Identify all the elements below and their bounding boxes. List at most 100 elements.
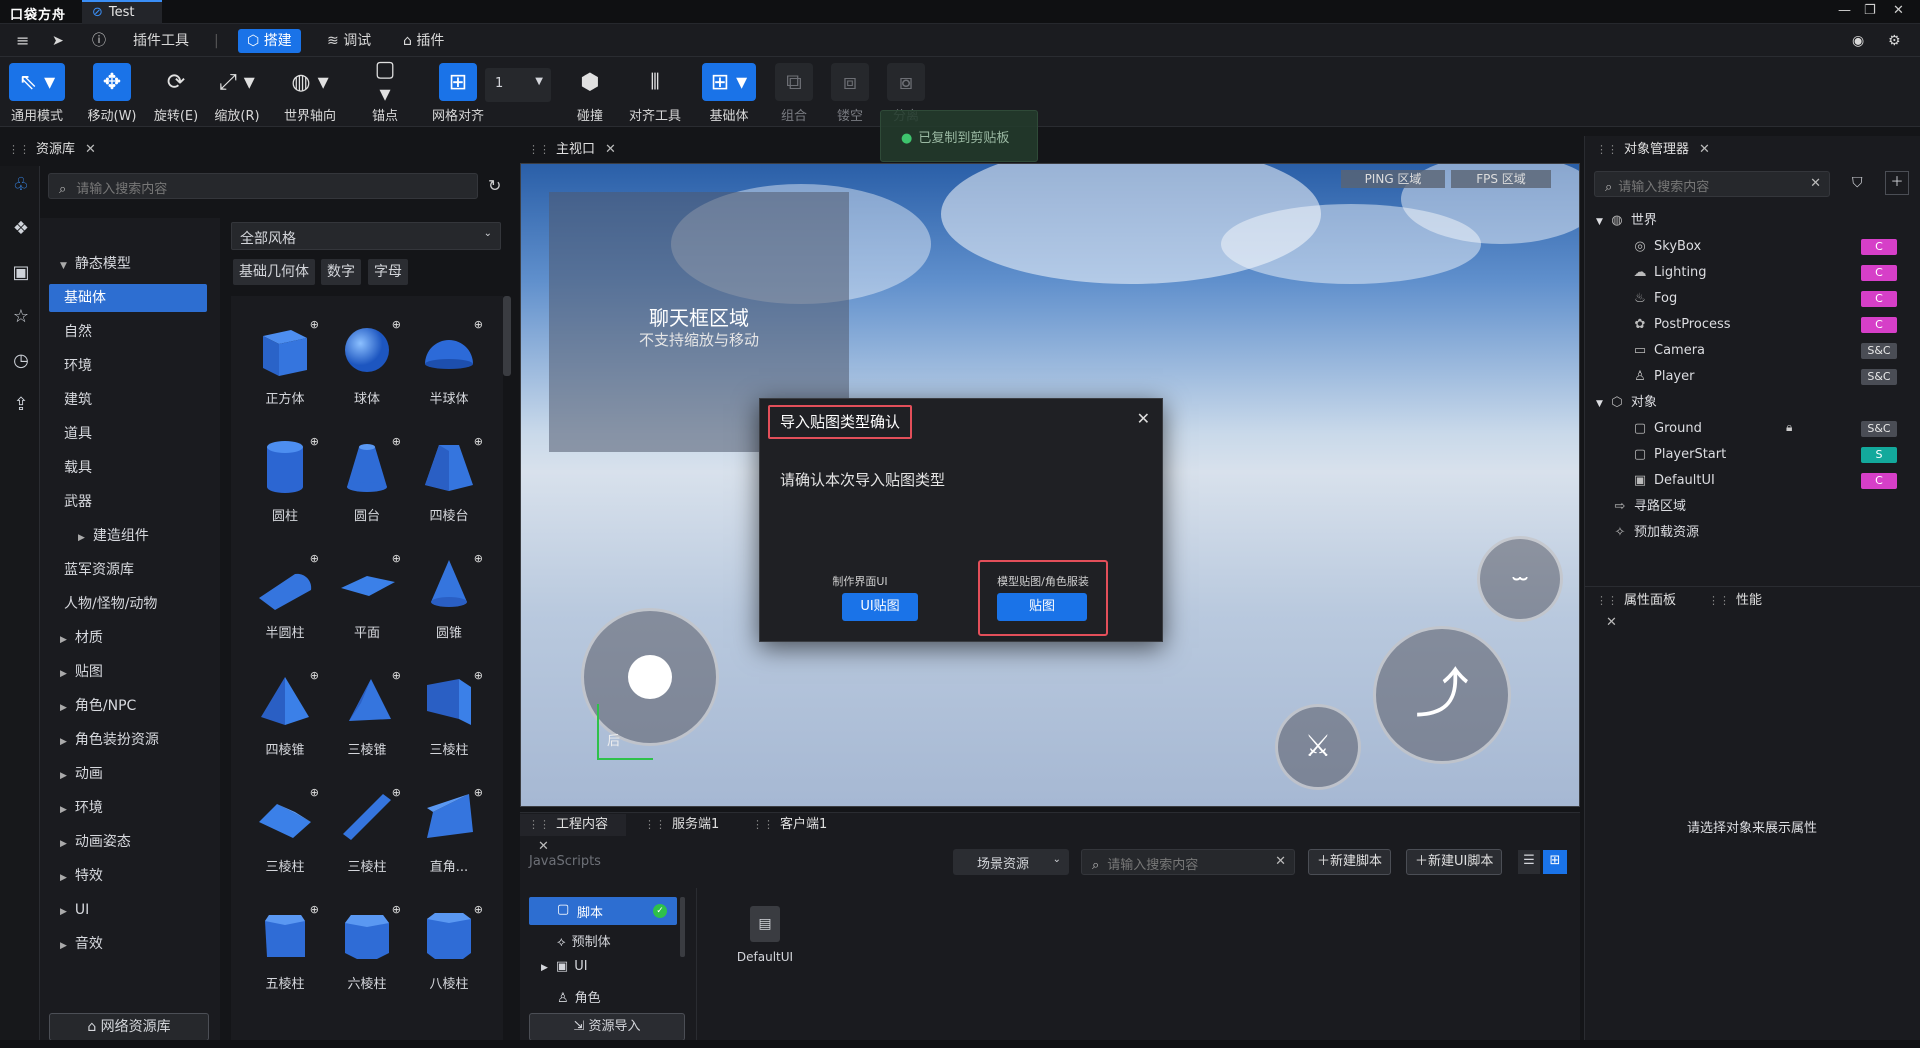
object-manager-tab[interactable]: ⋮⋮ 对象管理器 ✕	[1588, 139, 1718, 161]
asset-item[interactable]: ⊕ 六棱柱	[331, 903, 403, 992]
ui-texture-button[interactable]: UI贴图	[842, 593, 918, 621]
asset-scrollbar[interactable]	[503, 296, 511, 376]
asset-item[interactable]: ⊕ 三棱锥	[331, 669, 403, 758]
zoom-icon[interactable]: ⊕	[310, 435, 319, 448]
tree-defaultui[interactable]: ▣ DefaultUI	[1632, 469, 1715, 493]
help-icon[interactable]: ⓘ	[92, 30, 106, 52]
asset-item[interactable]: ⊕ 三棱柱	[249, 786, 321, 875]
tree-preload[interactable]: ✧ 预加载资源	[1612, 521, 1699, 545]
tree-buildings[interactable]: 建筑	[40, 386, 208, 414]
asset-item[interactable]: ⊕ 圆台	[331, 435, 403, 524]
tool-hollow[interactable]: ⧈ 镂空	[822, 63, 878, 124]
tree-npc[interactable]: ▶ 角色/NPC	[40, 692, 208, 720]
list-view-icon[interactable]: ☰	[1518, 850, 1540, 874]
close-icon[interactable]: ✕	[85, 142, 96, 157]
style-filter-select[interactable]: 全部风格 ⌄	[231, 222, 501, 250]
viewport-tab[interactable]: ⋮⋮ 主视口 ✕	[520, 139, 620, 161]
asset-item[interactable]: ⊕ 平面	[331, 552, 403, 641]
tree-materials[interactable]: ▶ 材质	[40, 624, 208, 652]
zoom-icon[interactable]: ⊕	[392, 669, 401, 682]
model-texture-button[interactable]: 贴图	[997, 593, 1087, 621]
shapes-icon[interactable]: ♧	[10, 174, 32, 196]
zoom-icon[interactable]: ⊕	[392, 552, 401, 565]
lock-icon[interactable]: 🔒︎	[1786, 420, 1792, 435]
tab-client[interactable]: ⋮⋮ 客户端1	[744, 814, 844, 836]
clear-icon[interactable]: ✕	[1810, 176, 1821, 191]
tree-audio[interactable]: ▶ 音效	[40, 930, 208, 958]
zoom-icon[interactable]: ⊕	[310, 786, 319, 799]
asset-panel-tab[interactable]: ⋮⋮ 资源库 ✕	[0, 139, 100, 161]
tool-collision[interactable]: ⬢ 碰撞	[562, 63, 618, 125]
tree-objects[interactable]: ▼ ⬡ 对象	[1596, 391, 1657, 415]
tool-grid-snap[interactable]: ⊞ 网格对齐	[428, 63, 488, 124]
tree-skybox[interactable]: ◎ SkyBox	[1632, 235, 1701, 259]
close-icon[interactable]: ✕	[1893, 3, 1904, 18]
refresh-icon[interactable]: ↻	[488, 176, 501, 195]
document-tab[interactable]: ⊘ Test	[82, 0, 162, 24]
zoom-icon[interactable]: ⊕	[392, 318, 401, 331]
tool-scale[interactable]: ⤢ ▾ 缩放(R)	[206, 63, 268, 125]
mode-plugin[interactable]: ⌂ 插件	[394, 29, 453, 53]
joystick[interactable]	[581, 608, 719, 746]
send-icon[interactable]: ➤	[52, 30, 64, 52]
filter-icon[interactable]: ⛉	[1852, 175, 1863, 191]
tree-weapons[interactable]: 武器	[40, 488, 208, 516]
tab-server[interactable]: ⋮⋮ 服务端1	[636, 814, 736, 836]
asset-item[interactable]: ⊕ 半球体	[413, 318, 485, 407]
tool-group[interactable]: ⧉ 组合	[766, 63, 822, 124]
zoom-icon[interactable]: ⊕	[310, 669, 319, 682]
zoom-icon[interactable]: ⊕	[474, 318, 483, 331]
minimize-icon[interactable]: —	[1838, 3, 1851, 18]
tree-postprocess[interactable]: ✿ PostProcess	[1632, 313, 1731, 337]
asset-item[interactable]: ⊕ 五棱柱	[249, 903, 321, 992]
zoom-icon[interactable]: ⊕	[474, 669, 483, 682]
tool-anchor[interactable]: ▢ ▾ 锚点	[358, 57, 412, 124]
main-viewport[interactable]: PING 区域 FPS 区域 聊天框区域 不支持缩放与移动 后 ⏖ ⤴ ⚔ 导入…	[520, 163, 1580, 807]
close-icon[interactable]: ✕	[605, 142, 616, 157]
tree-build-components[interactable]: ▶ 建造组件	[40, 522, 208, 550]
zoom-icon[interactable]: ⊕	[474, 903, 483, 916]
tree-lighting[interactable]: ☁ Lighting	[1632, 261, 1707, 285]
close-icon[interactable]: ✕	[1606, 615, 1617, 630]
history-icon[interactable]: ◷	[10, 350, 32, 372]
asset-item[interactable]: ⊕ 圆锥	[413, 552, 485, 641]
chip-numbers[interactable]: 数字	[321, 259, 361, 285]
tree-outfits[interactable]: ▶ 角色装扮资源	[40, 726, 208, 754]
tree-ui[interactable]: ▶ UI	[40, 896, 208, 924]
tree-blue-army[interactable]: 蓝军资源库	[40, 556, 208, 584]
grid-view-icon[interactable]: ⊞	[1543, 850, 1567, 874]
add-object-icon[interactable]: ＋	[1885, 171, 1909, 195]
eye-icon[interactable]: ◉	[1852, 30, 1864, 52]
import-assets-button[interactable]: ⇲ 资源导入	[529, 1013, 685, 1041]
tree-ui[interactable]: ▶ ▣ UI	[541, 959, 588, 974]
tree-camera[interactable]: ▭ Camera	[1632, 339, 1705, 363]
close-icon[interactable]: ✕	[538, 839, 549, 854]
grid-size-select[interactable]: 1 ▼	[485, 68, 551, 102]
components-icon[interactable]: ❖	[10, 218, 32, 240]
zoom-icon[interactable]: ⊕	[474, 552, 483, 565]
network-assets-button[interactable]: ⌂ 网络资源库	[49, 1013, 209, 1041]
tree-vehicles[interactable]: 载具	[40, 454, 208, 482]
close-icon[interactable]: ✕	[1699, 142, 1710, 157]
jump-button[interactable]: ⤴	[1373, 626, 1511, 764]
performance-tab[interactable]: ⋮⋮ 性能	[1700, 590, 1780, 612]
star-icon[interactable]: ☆	[10, 306, 32, 328]
tree-static-models[interactable]: ▼ 静态模型	[40, 250, 208, 278]
tree-ground[interactable]: ▢ Ground	[1632, 417, 1702, 441]
zoom-icon[interactable]: ⊕	[392, 786, 401, 799]
tree-environment-2[interactable]: ▶ 环境	[40, 794, 208, 822]
zoom-icon[interactable]: ⊕	[310, 318, 319, 331]
chip-basic-geometry[interactable]: 基础几何体	[233, 259, 315, 285]
tree-prefabs[interactable]: ⟡ 预制体	[557, 931, 611, 950]
tree-nature[interactable]: 自然	[40, 318, 208, 346]
asset-search-input[interactable]: ⌕ 请输入搜索内容	[48, 173, 478, 199]
tree-navmesh[interactable]: ⇨ 寻路区域	[1612, 495, 1686, 519]
zoom-icon[interactable]: ⊕	[310, 552, 319, 565]
attack-button[interactable]: ⚔	[1275, 704, 1361, 790]
new-ui-script-button[interactable]: ＋新建UI脚本	[1406, 849, 1503, 875]
zoom-icon[interactable]: ⊕	[392, 435, 401, 448]
menu-icon[interactable]: ≡	[16, 30, 29, 52]
asset-item[interactable]: ⊕ 半圆柱	[249, 552, 321, 641]
chip-letters[interactable]: 字母	[368, 259, 408, 285]
upload-icon[interactable]: ⇪	[10, 394, 32, 416]
